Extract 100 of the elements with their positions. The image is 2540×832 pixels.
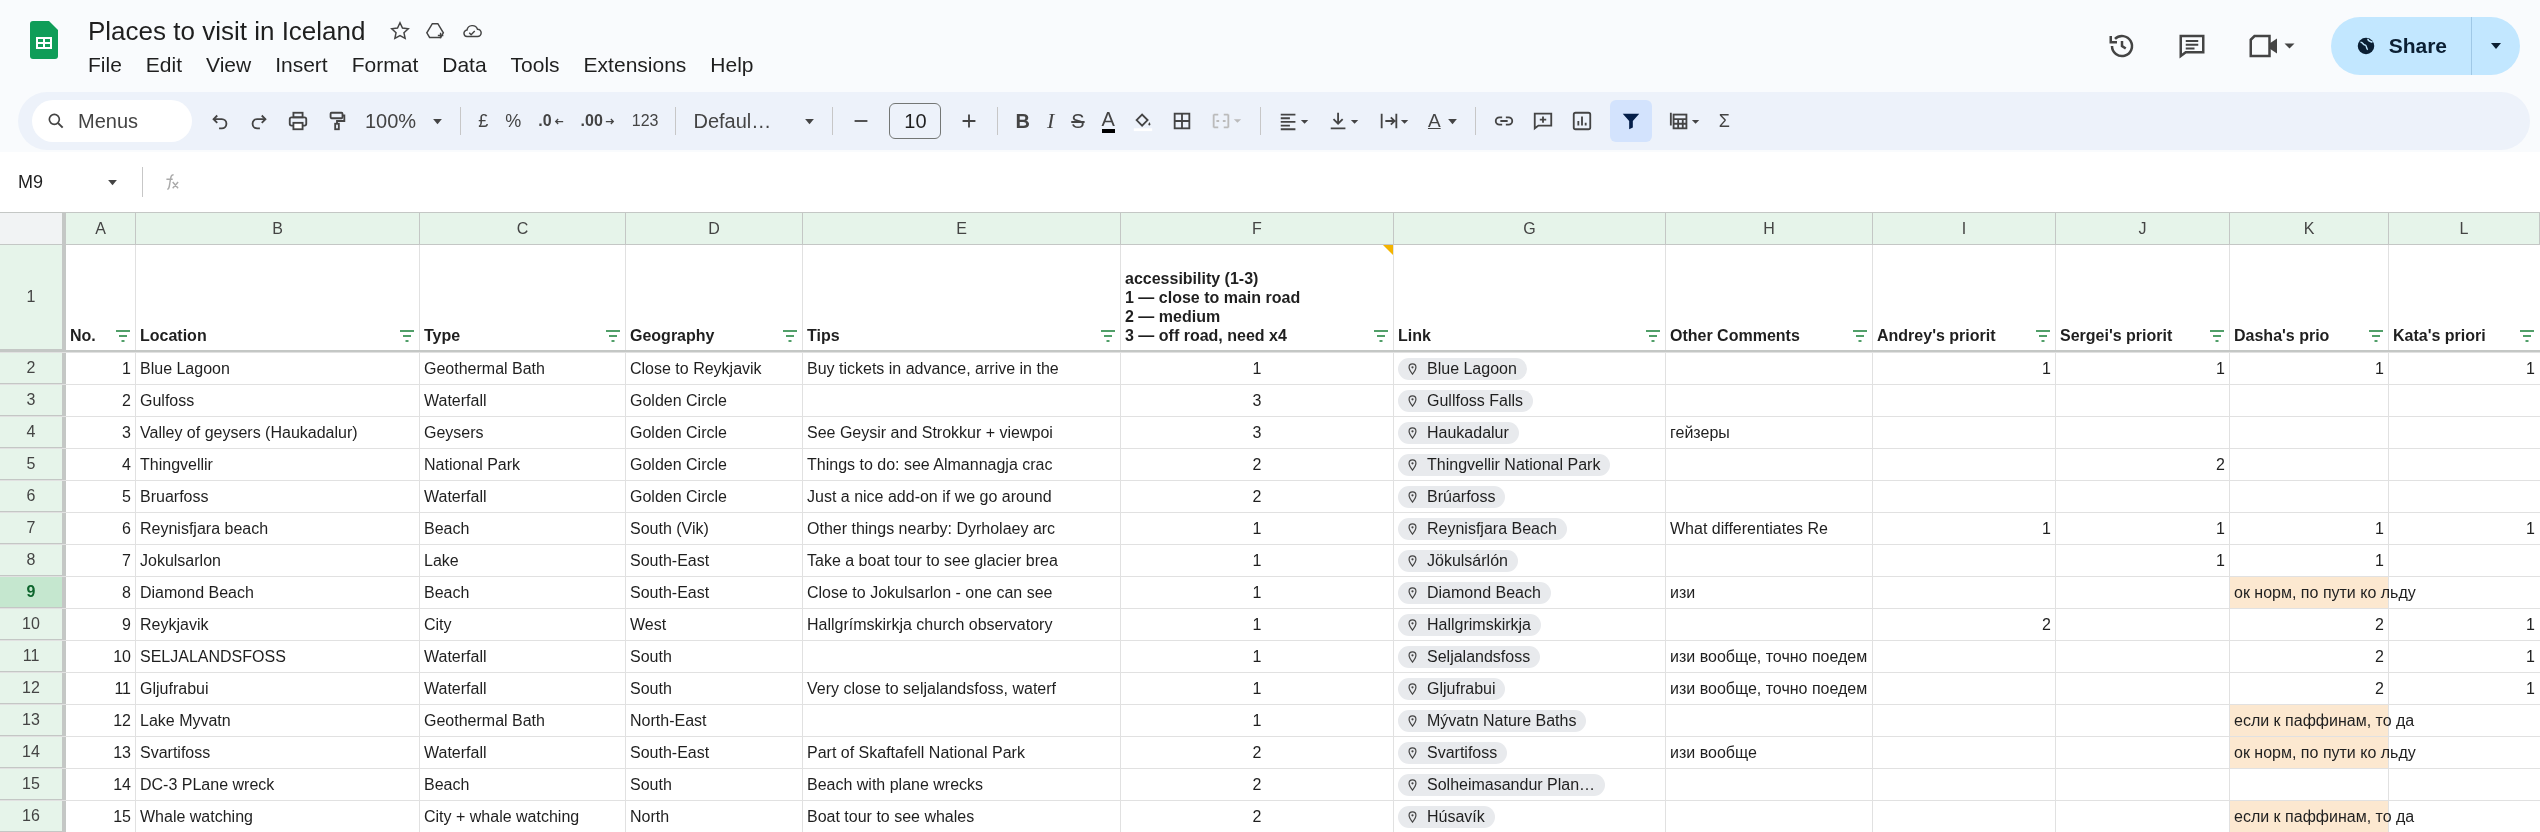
cell-text: 1: [1252, 615, 1262, 634]
column-header[interactable]: C: [420, 213, 626, 245]
place-chip[interactable]: Thingvellir National Park: [1398, 453, 1611, 476]
name-box[interactable]: M9: [0, 171, 128, 193]
cell-text: Geysers: [424, 423, 484, 442]
column-header[interactable]: D: [626, 213, 803, 245]
chart-icon[interactable]: [1570, 110, 1593, 132]
row-header[interactable]: 7: [0, 513, 66, 544]
map-pin-icon: [1408, 426, 1417, 439]
place-chip[interactable]: Hallgrimskirkja: [1398, 613, 1541, 636]
share-button[interactable]: Share: [2330, 17, 2520, 75]
filter-views-icon[interactable]: [1668, 110, 1702, 132]
filter-icon[interactable]: [2368, 330, 2384, 342]
filter-icon[interactable]: [2209, 330, 2225, 342]
row-header[interactable]: 9: [0, 577, 66, 608]
decrease-decimals-button[interactable]: .0: [538, 112, 564, 130]
menu-item[interactable]: Help: [710, 52, 754, 77]
place-chip[interactable]: Diamond Beach: [1398, 581, 1551, 604]
place-chip[interactable]: Jökulsárlón: [1398, 549, 1518, 572]
filter-icon[interactable]: [2035, 330, 2051, 342]
column-header[interactable]: H: [1666, 213, 1873, 245]
filter-icon[interactable]: [782, 330, 798, 342]
place-chip[interactable]: Svartifoss: [1398, 741, 1508, 764]
cell-text: 2: [2375, 679, 2384, 698]
currency-format-button[interactable]: £: [478, 110, 489, 132]
menu-item[interactable]: Extensions: [583, 52, 687, 77]
filter-icon[interactable]: [115, 330, 131, 342]
document-title[interactable]: Places to visit in Iceland: [88, 15, 366, 47]
menu-item[interactable]: Edit: [145, 52, 183, 77]
filter-icon[interactable]: [1645, 330, 1661, 342]
place-chip[interactable]: Mývatn Nature Baths: [1398, 709, 1587, 732]
place-chip[interactable]: Solheimasandur Plan…: [1398, 773, 1606, 796]
column-header[interactable]: A: [66, 213, 136, 245]
place-chip[interactable]: Brúarfoss: [1398, 485, 1506, 508]
percent-format-button[interactable]: %: [505, 110, 522, 132]
column-header[interactable]: J: [2056, 213, 2230, 245]
row-header[interactable]: 3: [0, 385, 66, 416]
filter-icon[interactable]: [605, 330, 621, 342]
number-format-button[interactable]: 123: [631, 112, 659, 130]
column-header[interactable]: L: [2389, 213, 2540, 245]
map-pin-icon: [1408, 554, 1417, 567]
column-header[interactable]: E: [803, 213, 1121, 245]
row-header[interactable]: 11: [0, 641, 66, 672]
zoom-dropdown[interactable]: 100%: [365, 109, 444, 133]
text-rotation-button[interactable]: A: [1427, 110, 1458, 132]
column-header[interactable]: F: [1121, 213, 1394, 245]
cell-text: Waterfall: [424, 743, 487, 762]
header-text: Andrey's priorit: [1877, 326, 1996, 345]
cell-text: 3: [122, 423, 131, 442]
filter-icon[interactable]: [399, 330, 415, 342]
font-dropdown[interactable]: Defaul…: [693, 109, 816, 133]
print-icon[interactable]: [287, 110, 309, 132]
menu-search-field[interactable]: Menus: [32, 100, 192, 142]
filter-button[interactable]: [1609, 100, 1652, 142]
row-header[interactable]: 16: [0, 801, 66, 832]
place-chip[interactable]: Húsavík: [1398, 805, 1495, 828]
menu-item[interactable]: View: [206, 52, 252, 77]
place-chip[interactable]: Blue Lagoon: [1398, 357, 1527, 380]
sheets-logo[interactable]: [30, 21, 58, 59]
strikethrough-button[interactable]: S: [1071, 109, 1085, 133]
cell-text: 2: [122, 391, 131, 410]
row-header[interactable]: 13: [0, 705, 66, 736]
column-header[interactable]: I: [1873, 213, 2056, 245]
row-header[interactable]: 15: [0, 769, 66, 800]
place-chip[interactable]: Gljufrabui: [1398, 677, 1506, 700]
place-chip[interactable]: Seljalandsfoss: [1398, 645, 1541, 668]
column-header[interactable]: K: [2230, 213, 2389, 245]
row-header[interactable]: 12: [0, 673, 66, 704]
filter-icon[interactable]: [1373, 330, 1389, 342]
menu-item[interactable]: Format: [351, 52, 419, 77]
row-header[interactable]: 6: [0, 481, 66, 512]
place-chip[interactable]: Gullfoss Falls: [1398, 389, 1534, 412]
row-header[interactable]: 14: [0, 737, 66, 768]
row-header[interactable]: 2: [0, 353, 66, 384]
menu-item[interactable]: Data: [442, 52, 487, 77]
place-chip[interactable]: Haukadalur: [1398, 421, 1519, 444]
place-chip[interactable]: Reynisfjara Beach: [1398, 517, 1567, 540]
row-header[interactable]: 1: [0, 245, 66, 350]
menu-item[interactable]: Insert: [275, 52, 328, 77]
row-header[interactable]: 4: [0, 417, 66, 448]
search-icon: [46, 111, 66, 131]
menu-item[interactable]: File: [88, 52, 122, 77]
star-icon[interactable]: [389, 20, 412, 42]
font-size-field[interactable]: 10: [889, 103, 942, 139]
add-comment-icon[interactable]: [1531, 110, 1554, 132]
menu-item[interactable]: Tools: [510, 52, 560, 77]
row-header[interactable]: 5: [0, 449, 66, 480]
filter-icon[interactable]: [1100, 330, 1116, 342]
column-header[interactable]: B: [136, 213, 420, 245]
filter-icon[interactable]: [2519, 330, 2535, 342]
functions-button[interactable]: Σ: [1718, 110, 1730, 132]
bold-button[interactable]: B: [1015, 109, 1030, 133]
cell-text: South-East: [630, 583, 710, 602]
filter-icon[interactable]: [1852, 330, 1868, 342]
text-color-button[interactable]: A: [1101, 109, 1115, 133]
column-header[interactable]: G: [1394, 213, 1666, 245]
italic-button[interactable]: I: [1046, 108, 1055, 134]
row-header[interactable]: 8: [0, 545, 66, 576]
increase-decimals-button[interactable]: .00: [580, 112, 615, 130]
row-header[interactable]: 10: [0, 609, 66, 640]
